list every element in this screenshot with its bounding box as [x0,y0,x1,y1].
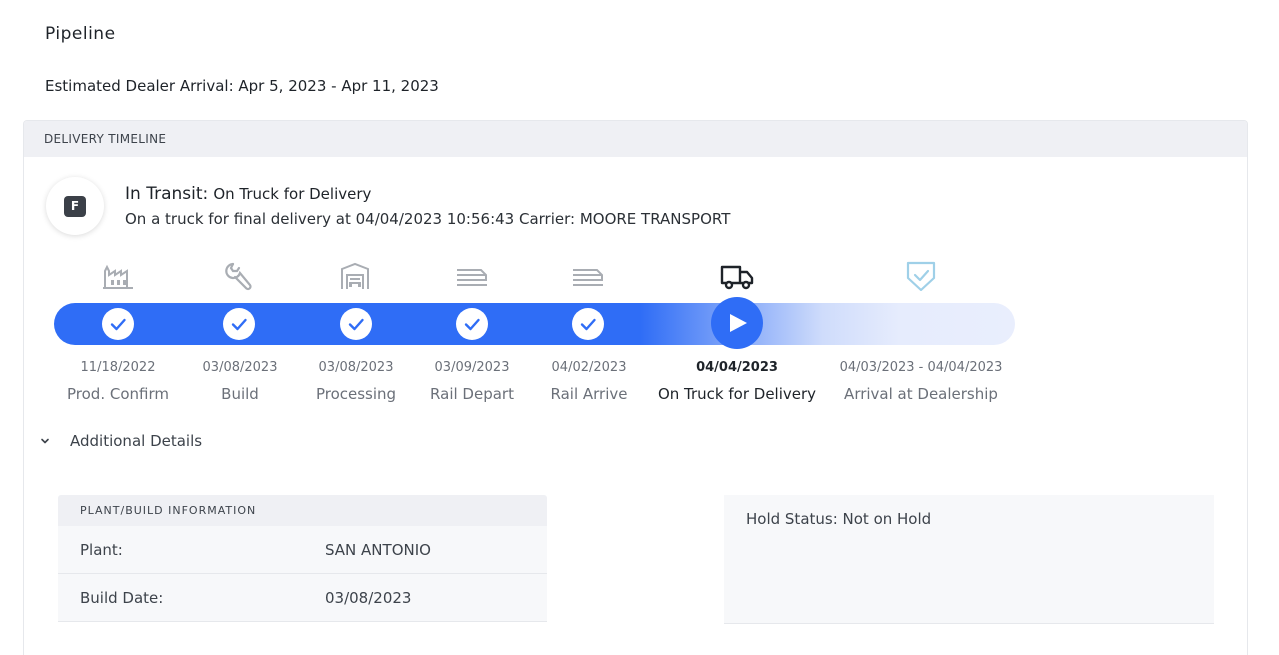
stage-complete-check-icon [340,308,372,340]
plant-value: SAN ANTONIO [325,541,431,559]
stage-date-build: 03/08/2023 [202,360,278,375]
build-date-label: Build Date: [80,589,164,607]
stage-name-on-truck: On Truck for Delivery [657,385,817,403]
hold-status-panel: Hold Status: Not on Hold [724,495,1214,624]
hold-status-text: Hold Status: Not on Hold [746,510,932,528]
page-title: Pipeline [45,24,116,44]
stage-date-rail-arrive: 04/02/2023 [551,360,627,375]
transit-description: On a truck for final delivery at 04/04/2… [125,210,731,228]
stage-name-processing: Processing [315,385,397,403]
shield-check-icon [904,261,938,291]
timeline-progress-track [54,303,1015,345]
stage-date-processing: 03/08/2023 [318,360,394,375]
stage-name-build: Build [221,385,259,403]
stage-date-prod-confirm: 11/18/2022 [80,360,156,375]
delivery-timeline-header: DELIVERY TIMELINE [24,121,1247,157]
stage-date-rail-depart: 03/09/2023 [434,360,510,375]
wrench-icon [221,261,255,291]
table-row: Plant: SAN ANTONIO [58,526,547,574]
transit-status-label: In Transit: [125,184,209,204]
stage-complete-check-icon [456,308,488,340]
stage-name-rail-arrive: Rail Arrive [550,385,628,403]
additional-details-label: Additional Details [70,432,203,450]
stage-name-rail-depart: Rail Depart [430,385,514,403]
stage-date-arrival: 04/03/2023 - 04/04/2023 [839,360,1003,375]
stage-name-arrival: Arrival at Dealership [844,385,998,403]
build-date-value: 03/08/2023 [325,589,412,607]
rail-arrive-icon [571,261,605,291]
processing-icon [338,261,372,291]
transit-status: In Transit: On Truck for Delivery [125,184,371,204]
rail-depart-icon [455,261,489,291]
plant-build-information: PLANT/BUILD INFORMATION Plant: SAN ANTON… [58,495,547,622]
stage-complete-check-icon [223,308,255,340]
truck-icon [720,261,754,291]
stage-complete-check-icon [572,308,604,340]
stage-complete-check-icon [102,308,134,340]
status-badge-letter: F [64,196,86,217]
current-stage-play-icon [711,297,763,349]
transit-status-detail: On Truck for Delivery [213,185,372,203]
plant-build-header: PLANT/BUILD INFORMATION [58,495,547,526]
chevron-down-icon [41,438,49,444]
stage-date-on-truck: 04/04/2023 [696,360,778,375]
factory-icon [101,261,135,291]
delivery-timeline-card: DELIVERY TIMELINE F In Transit: On Truck… [23,120,1248,655]
plant-label: Plant: [80,541,123,559]
additional-details-toggle[interactable]: Additional Details [38,429,202,453]
stage-name-prod-confirm: Prod. Confirm [67,385,169,403]
estimated-dealer-arrival: Estimated Dealer Arrival: Apr 5, 2023 - … [45,77,439,95]
status-badge: F [46,177,104,235]
table-row: Build Date: 03/08/2023 [58,574,547,622]
